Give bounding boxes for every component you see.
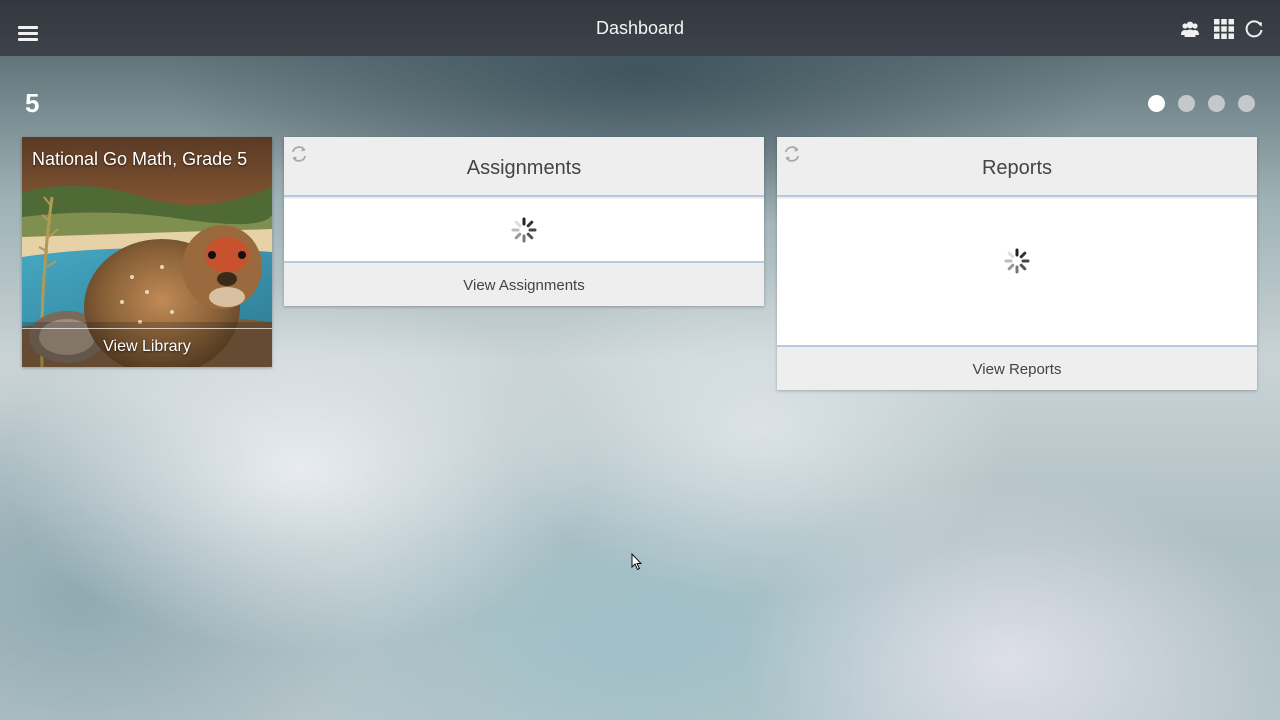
library-tile[interactable]: National Go Math, Grade 5 View Library (22, 137, 272, 367)
assignments-card-header: Assignments (284, 137, 764, 197)
apps-grid-icon[interactable] (1213, 18, 1235, 40)
reports-title: Reports (981, 157, 1053, 179)
view-library-link[interactable]: View Library (22, 338, 272, 356)
loading-spinner-icon (1003, 247, 1031, 275)
view-reports-button[interactable]: View Reports (777, 349, 1257, 390)
assignments-title: Assignments (466, 157, 582, 179)
reports-card-header: Reports (777, 137, 1257, 197)
loading-spinner-icon (510, 216, 538, 244)
pager-dot-3[interactable] (1208, 95, 1225, 112)
view-assignments-button[interactable]: View Assignments (284, 265, 764, 306)
mouse-cursor-icon (631, 553, 643, 571)
assignments-card: Assignments View Assignments (284, 137, 764, 306)
reports-card: Reports View Reports (777, 137, 1257, 390)
tile-divider (22, 328, 272, 329)
page-indicator (1148, 95, 1268, 117)
page-title: Dashboard (595, 18, 685, 38)
page-number: 5 (25, 88, 40, 118)
refresh-icon[interactable] (1243, 18, 1265, 40)
library-title: National Go Math, Grade 5 (32, 149, 248, 169)
users-icon[interactable] (1179, 18, 1201, 40)
pager-dot-4[interactable] (1238, 95, 1255, 112)
pager-dot-2[interactable] (1178, 95, 1195, 112)
pager-dot-1[interactable] (1148, 95, 1165, 112)
book-cover-image (22, 137, 272, 367)
top-bar: Dashboard (0, 0, 1280, 56)
